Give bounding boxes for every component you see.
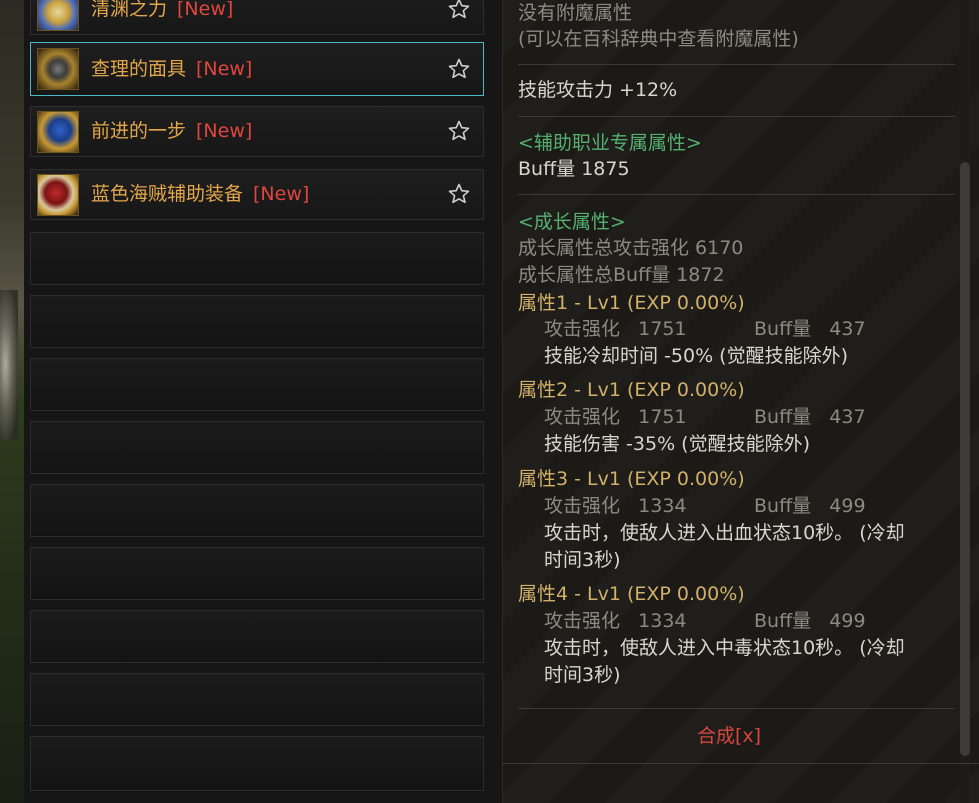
attr-effect: 攻击时，使敌人进入出血状态10秒。 (冷却 xyxy=(544,522,905,544)
attr-attack: 攻击强化 1334 xyxy=(544,610,687,632)
support-header: <辅助职业专属属性> xyxy=(518,132,702,154)
item-name: 清渊之力 [New] xyxy=(91,0,234,20)
attr-effect-cont: 时间3秒) xyxy=(544,664,621,686)
no-enchant-text: 没有附魔属性 xyxy=(518,2,633,24)
synthesis-link[interactable]: 合成[x] xyxy=(697,723,761,749)
item-slot-2[interactable]: 前进的一步 [New] xyxy=(30,106,484,157)
item-slot-3[interactable]: 蓝色海贼辅助装备 [New] xyxy=(30,169,484,220)
attr-buff: Buff量 499 xyxy=(754,610,866,632)
detail-scrollbar[interactable] xyxy=(960,162,970,756)
favorite-star-icon[interactable] xyxy=(447,119,471,143)
item-name: 蓝色海贼辅助装备 [New] xyxy=(91,183,310,205)
new-tag: [New] xyxy=(253,183,310,205)
empty-slot[interactable] xyxy=(30,484,484,537)
new-tag: [New] xyxy=(196,120,253,142)
attr-attack: 攻击强化 1751 xyxy=(544,406,687,428)
divider xyxy=(518,194,955,195)
attr-buff: Buff量 437 xyxy=(754,406,866,428)
empty-slot[interactable] xyxy=(30,358,484,411)
game-background xyxy=(0,0,24,803)
attr-title: 属性2 - Lv1 (EXP 0.00%) xyxy=(518,379,745,401)
new-tag: [New] xyxy=(196,58,253,80)
growth-total-buff: 成长属性总Buff量 1872 xyxy=(518,264,725,286)
growth-total-attack: 成长属性总攻击强化 6170 xyxy=(518,237,744,259)
empty-slot[interactable] xyxy=(30,547,484,600)
empty-slot[interactable] xyxy=(30,421,484,474)
attr-buff: Buff量 437 xyxy=(754,318,866,340)
item-slot-1[interactable]: 查理的面具 [New] xyxy=(30,42,484,96)
divider xyxy=(518,64,955,65)
mask-item-icon xyxy=(37,48,79,90)
divider xyxy=(518,708,955,709)
attr-attack: 攻击强化 1334 xyxy=(544,495,687,517)
empty-slot[interactable] xyxy=(30,736,484,791)
attr-effect-cont: 时间3秒) xyxy=(544,549,621,571)
item-name: 查理的面具 [New] xyxy=(91,58,253,80)
attr-attack: 攻击强化 1751 xyxy=(544,318,687,340)
panel-divider xyxy=(502,0,503,803)
attr-title: 属性4 - Lv1 (EXP 0.00%) xyxy=(518,583,745,605)
attr-title: 属性1 - Lv1 (EXP 0.00%) xyxy=(518,292,745,314)
attr-buff: Buff量 499 xyxy=(754,495,866,517)
pirate-item-icon xyxy=(37,174,79,216)
background-figure xyxy=(0,290,18,440)
empty-slot[interactable] xyxy=(30,610,484,663)
attr-effect: 技能伤害 -35% (觉醒技能除外) xyxy=(544,433,810,455)
bottom-divider xyxy=(502,763,979,764)
enchant-hint-text: (可以在百科辞典中查看附魔属性) xyxy=(518,28,799,50)
favorite-star-icon[interactable] xyxy=(447,182,471,206)
buff-amount-text: Buff量 1875 xyxy=(518,158,630,180)
empty-slot[interactable] xyxy=(30,673,484,726)
attr-title: 属性3 - Lv1 (EXP 0.00%) xyxy=(518,468,745,490)
item-slot-0[interactable]: 清渊之力 [New] xyxy=(30,0,484,35)
divider xyxy=(518,116,955,117)
item-name: 前进的一步 [New] xyxy=(91,120,253,142)
new-tag: [New] xyxy=(177,0,234,20)
empty-slot[interactable] xyxy=(30,295,484,348)
item-list-panel: 清渊之力 [New] 查理的面具 [New] 前进的一步 [New] 蓝色海贼辅助装备… xyxy=(24,0,502,803)
favorite-star-icon[interactable] xyxy=(447,0,471,21)
growth-header: <成长属性> xyxy=(518,211,626,233)
skill-attack-text: 技能攻击力 +12% xyxy=(518,79,678,101)
accessory-item-icon xyxy=(37,0,79,31)
favorite-star-icon[interactable] xyxy=(447,57,471,81)
attr-effect: 攻击时，使敌人进入中毒状态10秒。 (冷却 xyxy=(544,637,905,659)
empty-slot[interactable] xyxy=(30,232,484,285)
attr-effect: 技能冷却时间 -50% (觉醒技能除外) xyxy=(544,345,848,367)
step-item-icon xyxy=(37,111,79,153)
